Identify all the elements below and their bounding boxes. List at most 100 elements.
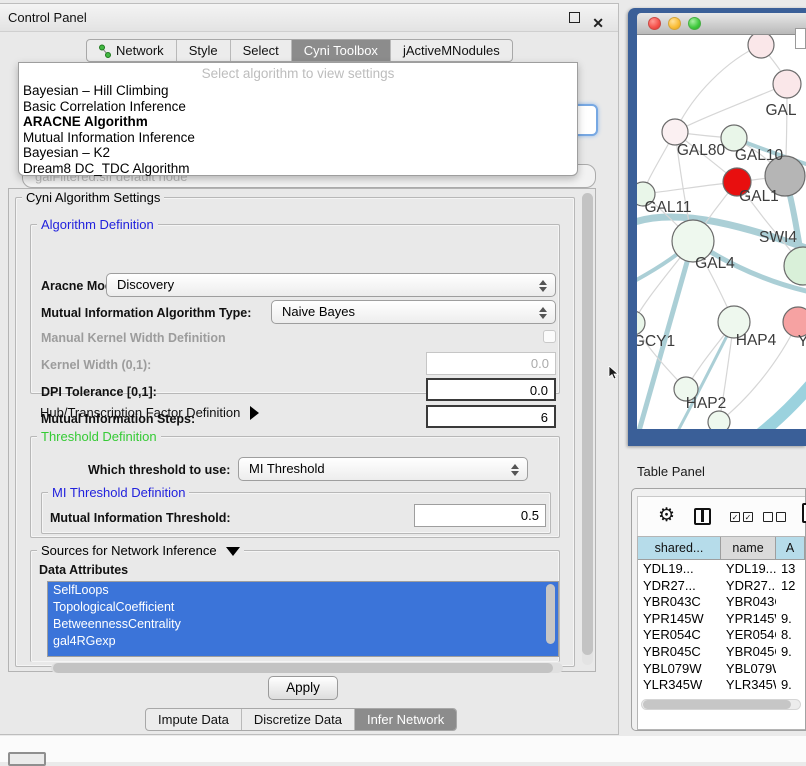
top-tab-bar: NetworkStyleSelect Cyni Toolbox jActiveMNo…	[86, 39, 513, 62]
network-node-label: GAL80	[677, 142, 726, 159]
table-horizontal-scrollbar[interactable]	[641, 699, 801, 710]
control-panel-title: Control Panel	[8, 10, 87, 25]
network-node-gal[interactable]	[773, 70, 801, 98]
network-node-gcy1[interactable]	[637, 311, 645, 335]
mi-threshold-field[interactable]: 0.5	[414, 504, 546, 527]
table-row[interactable]: YPR145WYPR145W9.	[638, 611, 805, 628]
table-cell: 9	[776, 694, 805, 696]
network-node-label: GCY1	[637, 333, 675, 350]
deselect-all-columns-icon[interactable]	[763, 512, 786, 522]
network-node-label: GAL4	[695, 255, 735, 272]
settings-vertical-scrollbar[interactable]	[582, 193, 593, 665]
stepper-arrows-icon	[510, 462, 519, 478]
dropdown-item[interactable]: Dream8 DC_TDC Algorithm	[19, 161, 577, 177]
table-cell: YBR045C	[638, 644, 721, 661]
tab-infer-network[interactable]: Infer Network	[355, 709, 456, 730]
gear-icon[interactable]: ⚙	[658, 506, 675, 525]
float-window-icon[interactable]	[569, 12, 580, 23]
network-node[interactable]	[748, 35, 774, 58]
dropdown-item[interactable]: Bayesian – Hill Climbing	[19, 83, 577, 99]
new-table-icon[interactable]	[802, 503, 806, 523]
close-traffic-light-icon[interactable]	[648, 17, 661, 30]
table-row[interactable]: YDL19...YDL19...13	[638, 561, 805, 578]
dropdown-item[interactable]: Bayesian – K2	[19, 145, 577, 161]
network-graph: GALGAL80GAL10GAL1GAL11GAL4SWI4GCY1HAP4YH…	[637, 35, 806, 429]
algorithm-definition-title: Algorithm Definition	[37, 217, 158, 232]
attribute-item[interactable]: SelfLoops	[48, 582, 558, 599]
tab-discretize-data[interactable]: Discretize Data	[242, 709, 355, 730]
network-node-label: HAP2	[686, 395, 727, 412]
tab-network[interactable]: Network	[87, 40, 177, 61]
apply-button[interactable]: Apply	[268, 676, 338, 700]
table-row[interactable]: YBL079WYBL079W	[638, 661, 805, 678]
dropdown-item[interactable]: ARACNE Algorithm	[19, 114, 577, 130]
tab-cyni-toolbox[interactable]: Cyni Toolbox	[292, 40, 391, 61]
dropdown-item[interactable]: Basic Correlation Inference	[19, 99, 577, 115]
table-cell	[776, 594, 805, 611]
tab-jactivemnodules[interactable]: jActiveMNodules	[391, 40, 512, 61]
mi-type-combo[interactable]: Naive Bayes	[271, 300, 556, 324]
network-node-label: GAL11	[644, 199, 691, 216]
network-window-titlebar[interactable]	[637, 13, 806, 35]
tab-select[interactable]: Select	[231, 40, 292, 61]
network-node-label: HAP4	[736, 332, 777, 349]
table-column-header[interactable]: shared...	[638, 537, 721, 559]
kernel-width-field[interactable]: 0.0	[426, 352, 556, 375]
table-row[interactable]: YLR345WYLR345W9.	[638, 677, 805, 694]
network-window[interactable]: GALGAL80GAL10GAL1GAL11GAL4SWI4GCY1HAP4YH…	[628, 8, 806, 446]
minimize-traffic-light-icon[interactable]	[668, 17, 681, 30]
mi-type-label: Mutual Information Algorithm Type:	[41, 306, 251, 320]
network-node[interactable]	[708, 411, 730, 429]
attribute-item[interactable]: TopologicalCoefficient	[48, 599, 558, 616]
algorithm-definition-group: Algorithm Definition Aracne Mode: Discov…	[30, 224, 560, 394]
table-cell: YPR145W	[721, 611, 776, 628]
attribute-item[interactable]: gal4RGexp	[48, 633, 558, 650]
table-row[interactable]: YBR045CYBR045C9.	[638, 644, 805, 661]
attributes-horizontal-scrollbar[interactable]	[51, 663, 563, 673]
network-icon	[99, 44, 111, 58]
node-table: shared...nameA YDL19...YDL19...13YDR27..…	[637, 536, 805, 730]
hub-definition-toggle[interactable]: Hub/Transcription Factor Definition	[40, 405, 259, 420]
network-node-swi4[interactable]	[784, 247, 806, 285]
minimized-panel-chip[interactable]	[8, 752, 46, 766]
tab-label: Impute Data	[158, 709, 229, 730]
manual-kernel-checkbox[interactable]	[543, 330, 556, 343]
network-overlay-stub[interactable]	[795, 28, 806, 49]
table-cell: 9.	[776, 644, 805, 661]
mi-steps-field[interactable]: 6	[426, 405, 556, 428]
sources-group-title[interactable]: Sources for Network Inference	[37, 543, 244, 558]
mi-threshold-definition-title: MI Threshold Definition	[48, 485, 189, 500]
table-column-header[interactable]: A	[776, 537, 805, 559]
zoom-traffic-light-icon[interactable]	[688, 17, 701, 30]
aracne-mode-value: Discovery	[117, 277, 174, 292]
tab-label: Cyni Toolbox	[304, 40, 378, 61]
manual-kernel-label: Manual Kernel Width Definition	[41, 331, 226, 345]
which-threshold-combo[interactable]: MI Threshold	[238, 457, 528, 481]
dropdown-item[interactable]: Mutual Information Inference	[19, 130, 577, 146]
table-cell: YBL079W	[638, 661, 721, 678]
table-header-row: shared...nameA	[638, 537, 805, 560]
tab-style[interactable]: Style	[177, 40, 231, 61]
table-cell: YBL079W	[721, 661, 776, 678]
attribute-item[interactable]: BetweennessCentrality	[48, 616, 558, 633]
data-attributes-list[interactable]: SelfLoopsTopologicalCoefficientBetweenne…	[47, 581, 559, 657]
table-cell: YBR045C	[721, 644, 776, 661]
table-row[interactable]: YIL052CYIL052C9	[638, 694, 805, 696]
kernel-width-label: Kernel Width (0,1):	[41, 358, 151, 372]
which-threshold-label: Which threshold to use:	[88, 463, 230, 477]
dpi-tolerance-field[interactable]: 0.0	[426, 378, 556, 401]
select-all-columns-icon[interactable]: ✓✓	[730, 512, 753, 522]
threshold-definition-group: Threshold Definition Which threshold to …	[30, 436, 560, 538]
table-column-header[interactable]: name	[721, 537, 776, 559]
control-panel-titlebar: Control Panel ✕	[0, 4, 618, 32]
sources-title-text: Sources for Network Inference	[41, 543, 217, 558]
aracne-mode-combo[interactable]: Discovery	[106, 273, 556, 297]
network-canvas[interactable]: GALGAL80GAL10GAL1GAL11GAL4SWI4GCY1HAP4YH…	[637, 35, 806, 429]
table-row[interactable]: YBR043CYBR043C	[638, 594, 805, 611]
table-row[interactable]: YDR27...YDR27...12	[638, 578, 805, 595]
attributes-vertical-scrollbar[interactable]	[546, 584, 555, 656]
table-row[interactable]: YER054CYER054C8.	[638, 627, 805, 644]
tab-impute-data[interactable]: Impute Data	[146, 709, 242, 730]
close-icon[interactable]: ✕	[592, 9, 604, 37]
columns-icon[interactable]	[694, 508, 711, 525]
